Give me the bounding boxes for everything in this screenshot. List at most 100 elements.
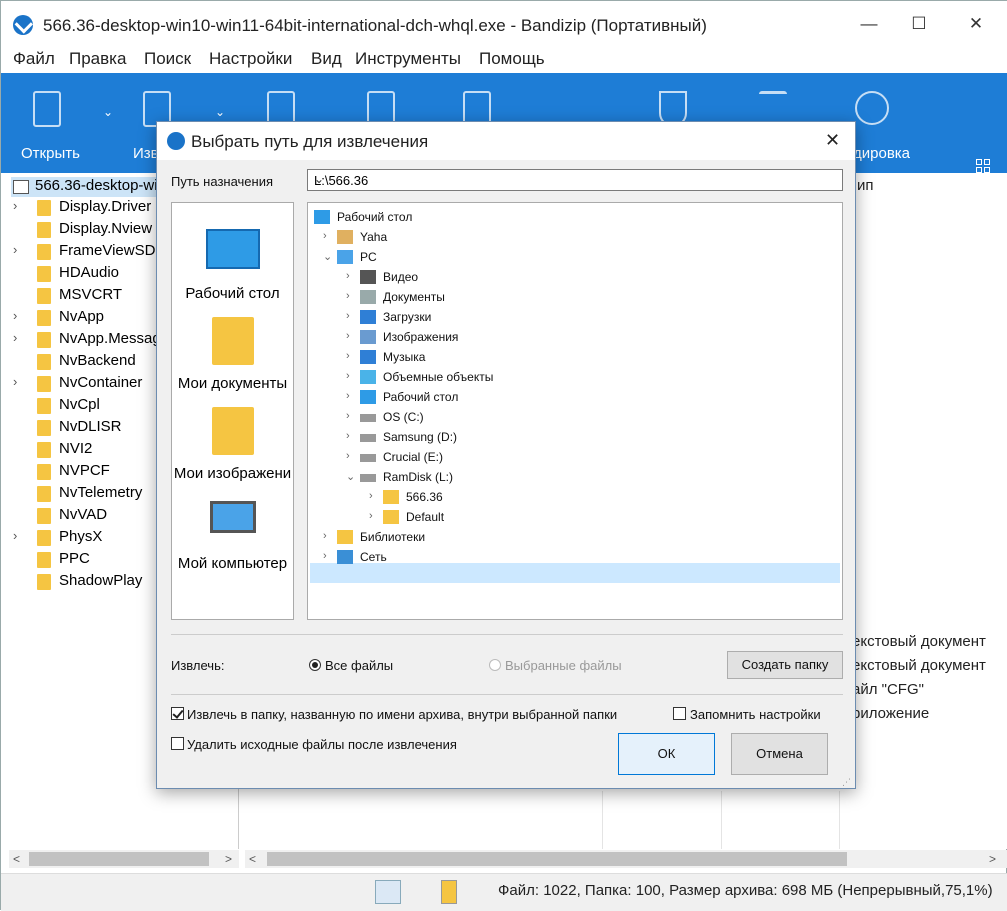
- open-label: Открыть: [21, 145, 80, 162]
- folder-tree-item[interactable]: › OS (C:): [308, 407, 838, 427]
- folder-tree-item[interactable]: › Объемные объекты: [308, 367, 838, 387]
- cancel-button[interactable]: Отмена: [731, 733, 828, 775]
- radio-all-files[interactable]: [309, 659, 321, 671]
- folder-tree-item[interactable]: › Библиотеки: [308, 527, 838, 547]
- minimize-button[interactable]: —: [849, 9, 889, 39]
- place-computer[interactable]: Мой компьютер: [172, 493, 293, 573]
- menu-tools[interactable]: Инструменты: [355, 49, 461, 69]
- folder-tree-item[interactable]: › Crucial (E:): [308, 447, 838, 467]
- place-documents[interactable]: Мои документы: [172, 313, 293, 393]
- chevron-right-icon[interactable]: ›: [13, 374, 17, 389]
- globe-icon: [855, 91, 889, 125]
- folder-tree-item[interactable]: › Default: [308, 507, 838, 527]
- right-horizontal-scrollbar[interactable]: < >: [245, 850, 1007, 868]
- chevron-right-icon[interactable]: ›: [13, 330, 17, 345]
- folder-tree-item[interactable]: › Samsung (D:): [308, 427, 838, 447]
- chevron-right-icon[interactable]: ›: [323, 530, 327, 542]
- place-pictures[interactable]: Мои изображени: [172, 403, 293, 483]
- folder-icon: [37, 266, 51, 282]
- chevron-right-icon[interactable]: ›: [346, 290, 350, 302]
- 3d-objects-icon: [360, 370, 376, 384]
- details-view-icon[interactable]: [375, 880, 401, 904]
- folder-tree-item[interactable]: › Загрузки: [308, 307, 838, 327]
- place-label: Рабочий стол: [185, 285, 280, 302]
- chevron-right-icon[interactable]: ›: [346, 450, 350, 462]
- menu-help[interactable]: Помощь: [479, 49, 545, 69]
- chevron-right-icon[interactable]: ›: [13, 242, 17, 257]
- create-folder-button[interactable]: Создать папку: [727, 651, 843, 679]
- chevron-right-icon[interactable]: ›: [346, 310, 350, 322]
- tree-item-label: NvVAD: [59, 506, 108, 523]
- place-desktop[interactable]: Рабочий стол: [172, 223, 293, 303]
- folder-icon: [383, 510, 399, 524]
- chevron-down-icon[interactable]: ⌄: [314, 172, 836, 186]
- folder-tree-item[interactable]: › Документы: [308, 287, 838, 307]
- scroll-right-icon[interactable]: >: [989, 852, 996, 866]
- remember-settings-checkbox[interactable]: [673, 707, 686, 720]
- menu-search[interactable]: Поиск: [144, 49, 191, 69]
- downloads-icon: [360, 310, 376, 324]
- extract-dropdown-icon[interactable]: ⌄: [215, 105, 225, 119]
- tree-item-label: NvApp.Messag: [59, 330, 161, 347]
- scroll-left-icon[interactable]: <: [13, 852, 20, 866]
- preview-view-icon[interactable]: [403, 880, 429, 904]
- radio-all-files-label: Все файлы: [325, 658, 394, 673]
- pictures-folder-icon: [212, 407, 254, 455]
- scroll-thumb[interactable]: [29, 852, 209, 866]
- folder-tree-item[interactable]: ⌄ PC: [308, 247, 838, 267]
- ok-button[interactable]: ОК: [618, 733, 715, 775]
- open-dropdown-icon[interactable]: ⌄: [103, 105, 113, 119]
- chevron-right-icon[interactable]: ›: [346, 330, 350, 342]
- tree-item-label: Display.Driver: [59, 198, 152, 215]
- folder-icon: [37, 332, 51, 348]
- pictures-icon: [360, 330, 376, 344]
- resize-grip-icon[interactable]: ⋰: [842, 777, 851, 788]
- chevron-right-icon[interactable]: ›: [323, 550, 327, 562]
- folder-tree-item-label: Crucial (E:): [383, 450, 444, 464]
- extract-path-dialog: Выбрать путь для извлечения ✕ Путь назна…: [156, 121, 856, 789]
- folder-tree-item[interactable]: › Изображения: [308, 327, 838, 347]
- chevron-right-icon[interactable]: ›: [369, 510, 373, 522]
- chevron-right-icon[interactable]: ›: [346, 410, 350, 422]
- chevron-right-icon[interactable]: ›: [323, 230, 327, 242]
- layout-grid-icon[interactable]: [976, 159, 990, 173]
- scroll-left-icon[interactable]: <: [249, 852, 256, 866]
- chevron-down-icon[interactable]: ⌄: [346, 470, 355, 483]
- chevron-right-icon[interactable]: ›: [13, 308, 17, 323]
- folder-tree-item[interactable]: › Музыка: [308, 347, 838, 367]
- folder-tree-item[interactable]: Рабочий стол: [308, 207, 838, 227]
- type-column-header[interactable]: ип: [857, 177, 874, 194]
- menu-view[interactable]: Вид: [311, 49, 342, 69]
- left-horizontal-scrollbar[interactable]: < >: [9, 850, 239, 868]
- scroll-thumb[interactable]: [267, 852, 847, 866]
- delete-source-checkbox[interactable]: [171, 737, 184, 750]
- folder-tree-item[interactable]: › Видео: [308, 267, 838, 287]
- codepage-label: дировка: [853, 145, 911, 162]
- folder-tree: Рабочий стол › Yaha ⌄ PC › Видео › Документы › Заг…: [307, 202, 843, 620]
- menu-file[interactable]: Файл: [13, 49, 55, 69]
- folder-tree-item-label: RamDisk (L:): [383, 470, 454, 484]
- maximize-button[interactable]: ☐: [899, 9, 939, 39]
- chevron-right-icon[interactable]: ›: [346, 350, 350, 362]
- folder-tree-item[interactable]: › Сеть: [308, 547, 838, 567]
- chevron-right-icon[interactable]: ›: [346, 370, 350, 382]
- close-button[interactable]: ✕: [956, 9, 996, 39]
- chevron-right-icon[interactable]: ›: [346, 430, 350, 442]
- dialog-close-button[interactable]: ✕: [825, 130, 840, 151]
- menu-edit[interactable]: Правка: [69, 49, 126, 69]
- chevron-right-icon[interactable]: ›: [346, 390, 350, 402]
- folder-tree-item[interactable]: › Рабочий стол: [308, 387, 838, 407]
- folder-tree-item[interactable]: ⌄ RamDisk (L:): [308, 467, 838, 487]
- folder-tree-item[interactable]: › 566.36: [308, 487, 838, 507]
- destination-path-combobox[interactable]: L:\566.36 ⌄: [307, 169, 843, 191]
- chevron-right-icon[interactable]: ›: [346, 270, 350, 282]
- chevron-down-icon[interactable]: ⌄: [323, 250, 332, 263]
- radio-selected-files[interactable]: [489, 659, 501, 671]
- chevron-right-icon[interactable]: ›: [369, 490, 373, 502]
- chevron-right-icon[interactable]: ›: [13, 528, 17, 543]
- chevron-right-icon[interactable]: ›: [13, 198, 17, 213]
- scroll-right-icon[interactable]: >: [225, 852, 232, 866]
- menu-settings[interactable]: Настройки: [209, 49, 292, 69]
- extract-to-subfolder-checkbox[interactable]: [171, 707, 184, 720]
- folder-tree-item[interactable]: › Yaha: [308, 227, 838, 247]
